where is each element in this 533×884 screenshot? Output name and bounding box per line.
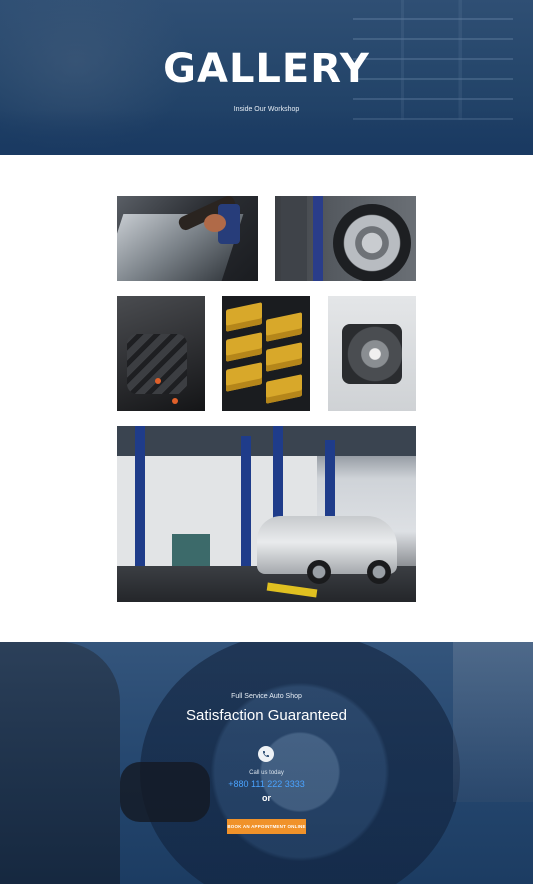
page-title: GALLERY <box>163 46 370 92</box>
cta-kicker: Full Service Auto Shop <box>231 693 302 700</box>
phone-icon-glyph <box>263 751 269 757</box>
hero-gradient <box>0 110 533 155</box>
gallery-image-engine-detail[interactable] <box>117 296 205 411</box>
gallery-image-engine-component[interactable] <box>328 296 416 411</box>
gallery-image-workshop-lift-car[interactable] <box>117 426 416 602</box>
phone-icon[interactable] <box>258 746 274 762</box>
call-us-label: Call us today <box>249 770 284 776</box>
gallery-image-windshield-repair[interactable] <box>117 196 258 281</box>
phone-number-link[interactable]: +880 111 222 3333 <box>0 779 533 789</box>
cta-title: Satisfaction Guaranteed <box>186 707 347 724</box>
or-separator: or <box>262 793 271 803</box>
book-appointment-button[interactable]: BOOK AN APPOINTMENT ONLINE <box>227 819 306 834</box>
cta-section <box>0 642 533 884</box>
gallery-image-tire-change[interactable] <box>275 196 416 281</box>
cta-background-mechanic <box>0 642 120 884</box>
page-subtitle: Inside Our Workshop <box>233 106 300 113</box>
gallery-image-parts-bins[interactable] <box>222 296 310 411</box>
